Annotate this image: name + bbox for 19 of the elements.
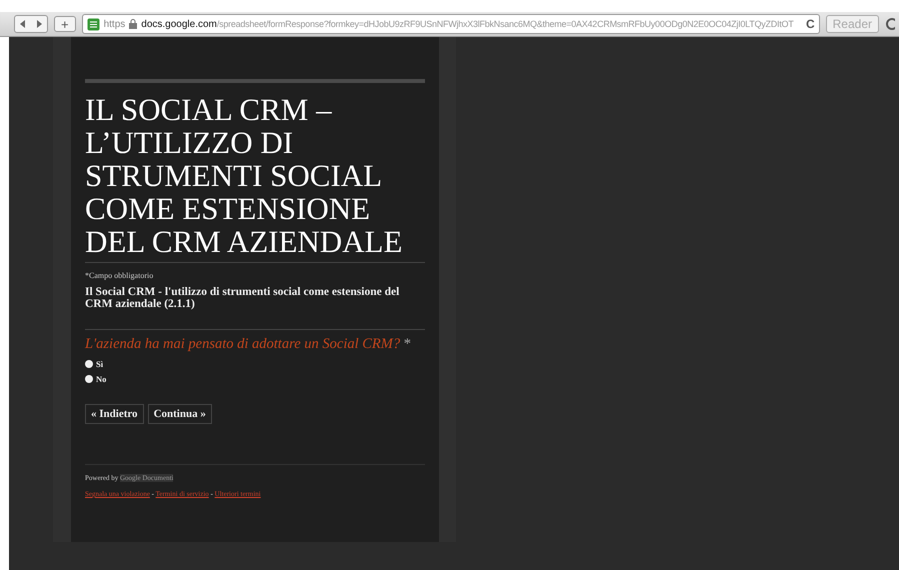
add-button[interactable]: + [54,16,76,32]
option-label[interactable]: No [96,374,106,384]
address-field[interactable]: https docs.google.com/spreadsheet/formResponse?formkey=dHJobU9zRF9USnNFWjhxX3lFbkNsanc6MQ&theme=0AX42CRMsmRFbUy00ODg0N2E0OC04ZjI0LTQyZDItOT C [82,14,820,34]
required-mark: * [404,336,411,352]
nav-button[interactable]: Continua » [148,404,212,424]
url-path: /spreadsheet/formResponse?formkey=dHJobU9zRF9USnNFWjhxX3lFbkNsanc6MQ&theme=0AX42CRMsmRFbUy00ODg0N2E0OC04ZjI0LTQyZDItOT [216,18,794,30]
required-note: *Campo obbligatorio [85,271,154,280]
radio-button[interactable] [85,375,93,383]
question-text: L'azienda ha mai pensato di adottare un Social CRM? [85,336,400,352]
reload-icon[interactable]: C [806,17,815,31]
form-title: IL SOCIAL CRM – L’UTILIZZO DI STRUMENTI SOCIAL COME ESTENSIONE DEL CRM AZIENDALE [85,93,404,258]
option-label[interactable]: Sì [96,359,104,369]
page-icon [86,18,100,30]
scheme-text: https [104,18,126,30]
lock-icon [129,19,138,29]
section-title: Il Social CRM - l'utilizzo di strumenti social come estensione del CRM aziendale (2.1.1) [85,286,400,310]
nav-button[interactable]: « Indietro [85,404,144,424]
url-host: docs.google.com [141,18,217,30]
radio-button[interactable] [85,360,93,368]
